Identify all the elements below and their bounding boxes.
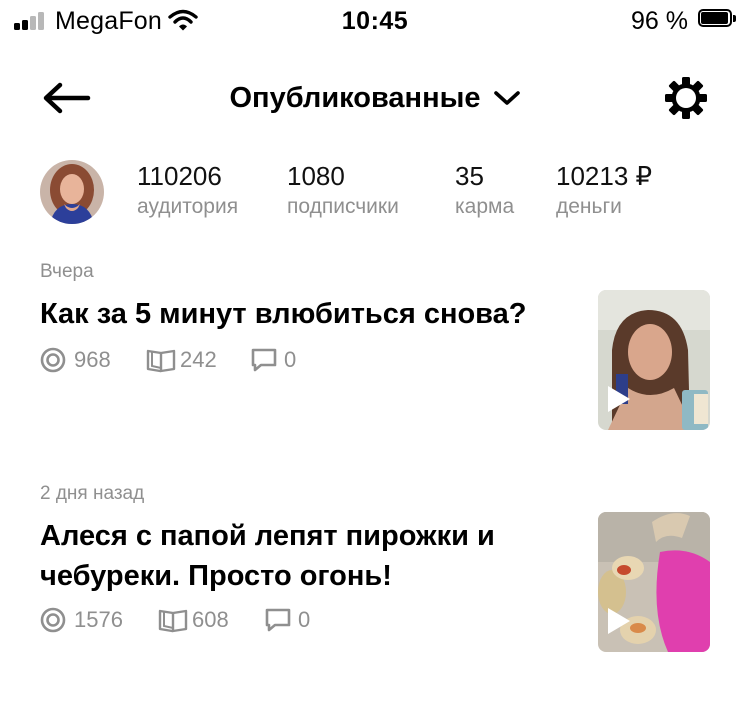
profile-stats: 110206 аудитория 1080 подписчики 35 карм…: [0, 156, 750, 236]
book-icon: [146, 349, 176, 373]
article-title[interactable]: Как за 5 минут влюбиться снова?: [40, 294, 560, 334]
article-title[interactable]: Алеся с папой лепят пирожки и чебуреки. …: [40, 516, 560, 596]
stat-subscribers: 1080 подписчики: [287, 160, 399, 222]
book-icon: [158, 609, 188, 633]
views-count: 968: [74, 347, 111, 372]
battery-percent: 96 %: [631, 7, 688, 35]
reads-count: 242: [180, 347, 217, 372]
battery-icon: [698, 9, 738, 29]
stat-value: 1080: [287, 161, 345, 191]
reads-count: 608: [192, 607, 229, 632]
comments-count: 0: [298, 607, 311, 632]
chevron-down-icon: [493, 91, 520, 105]
article-thumbnail[interactable]: [598, 290, 710, 430]
eye-icon: [40, 347, 66, 373]
article-metrics: 1576 608 0: [40, 604, 360, 636]
stat-label: деньги: [556, 195, 622, 218]
comments-count: 0: [284, 347, 297, 372]
header: Опубликованные: [0, 60, 750, 134]
gear-icon: [665, 77, 707, 119]
stat-value: 110206: [137, 161, 222, 191]
settings-button[interactable]: [664, 76, 708, 120]
stat-label: аудитория: [137, 195, 239, 218]
stat-audience: 110206 аудитория: [137, 160, 238, 222]
stat-label: подписчики: [287, 195, 399, 218]
article-metrics: 968 242 0: [40, 344, 340, 376]
article-date: Вчера: [40, 261, 94, 282]
stat-label: карма: [455, 195, 515, 218]
article-item[interactable]: Вчера Как за 5 минут влюбиться снова? 96…: [0, 260, 750, 440]
eye-icon: [40, 607, 66, 633]
article-date: 2 дня назад: [40, 483, 145, 504]
play-icon: [608, 386, 630, 412]
comment-icon: [251, 348, 277, 372]
play-icon: [608, 608, 630, 634]
stat-value: 10213 ₽: [556, 161, 653, 191]
status-bar: MegaFon 10:45 96 %: [0, 0, 750, 42]
article-item[interactable]: 2 дня назад Алеся с папой лепят пирожки …: [0, 482, 750, 662]
views-count: 1576: [74, 607, 123, 632]
page-title: Опубликованные: [229, 82, 481, 114]
stat-value: 35: [455, 161, 484, 191]
stat-karma: 35 карма: [455, 160, 514, 222]
avatar[interactable]: [40, 160, 104, 224]
article-thumbnail[interactable]: [598, 512, 710, 652]
comment-icon: [265, 608, 291, 632]
stat-money: 10213 ₽ деньги: [556, 160, 652, 222]
section-dropdown[interactable]: Опубликованные: [0, 78, 750, 118]
